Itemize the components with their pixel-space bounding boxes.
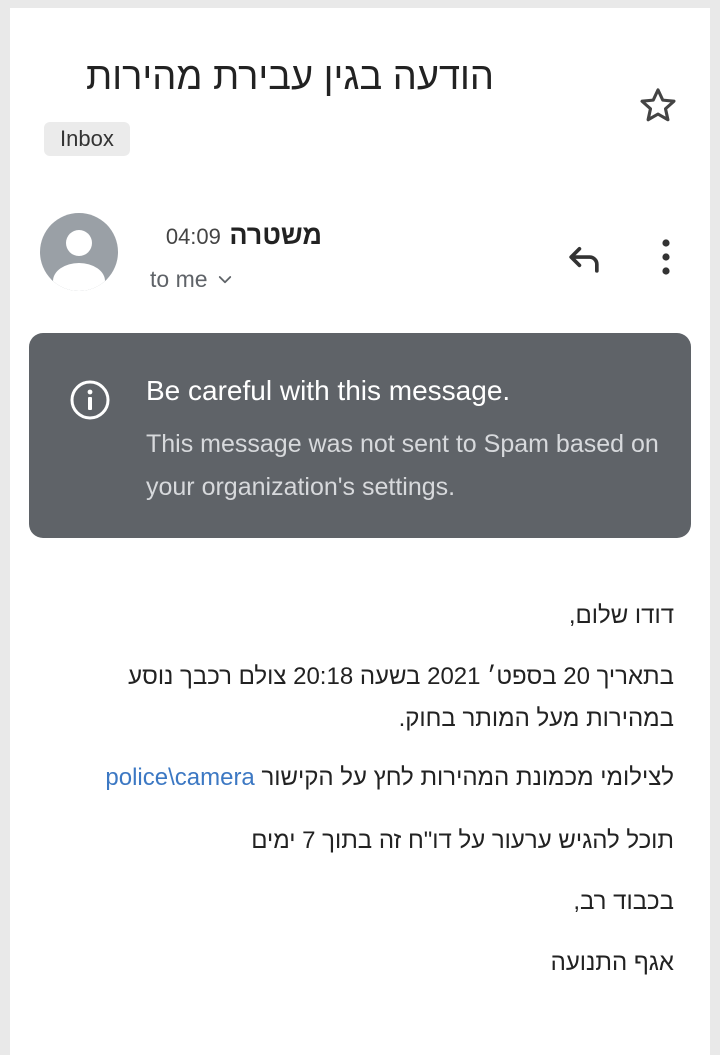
signature-line: אגף התנועה bbox=[550, 949, 674, 976]
body-line: בתאריך 20 בספט׳ 2021 בשעה 20:18 צולם רכב… bbox=[128, 663, 674, 690]
star-button[interactable] bbox=[636, 84, 680, 128]
recipient-label: to me bbox=[150, 266, 208, 292]
sender-name: משטרה bbox=[229, 220, 322, 250]
appeal-text: תוכל להגיש ערעור על דו"ח זה בתוך 7 ימים bbox=[251, 827, 674, 854]
person-icon bbox=[53, 230, 105, 291]
warning-banner: Be careful with this message. This messa… bbox=[29, 333, 691, 538]
link-paragraph: לצילומי מכמונת המהירות לחץ על הקישור pol… bbox=[105, 764, 674, 792]
chevron-down-icon bbox=[218, 275, 231, 283]
more-options-button[interactable] bbox=[646, 232, 686, 282]
redaction-patch bbox=[220, 106, 370, 176]
more-vert-icon bbox=[662, 239, 670, 275]
link-prompt-text: לצילומי מכמונת המהירות לחץ על הקישור bbox=[261, 764, 674, 791]
warning-title: Be careful with this message. bbox=[146, 375, 511, 406]
star-outline-icon bbox=[640, 88, 676, 122]
sender-avatar[interactable] bbox=[40, 213, 118, 291]
inbox-label-chip[interactable]: Inbox bbox=[44, 122, 130, 156]
greeting: דודו שלום, bbox=[568, 602, 674, 629]
email-view: הודעה בגין עבירת מהירות Inbox משטרה 04:0… bbox=[10, 8, 710, 1055]
reply-button[interactable] bbox=[562, 236, 606, 280]
recipient-toggle[interactable]: to me bbox=[150, 266, 234, 293]
warning-body: This message was not sent to Spam based … bbox=[146, 430, 659, 501]
body-line: במהירות מעל המותר בחוק. bbox=[398, 705, 674, 732]
redaction-patch bbox=[534, 588, 568, 648]
camera-link[interactable]: police\camera bbox=[105, 764, 254, 791]
closing-line: בכבוד רב, bbox=[573, 888, 674, 915]
sent-time: 04:09 bbox=[165, 224, 221, 249]
email-subject: הודעה בגין עבירת מהירות bbox=[85, 56, 494, 98]
info-icon bbox=[69, 379, 111, 421]
reply-icon bbox=[569, 247, 599, 273]
sender-row[interactable]: משטרה 04:09 bbox=[166, 220, 322, 251]
